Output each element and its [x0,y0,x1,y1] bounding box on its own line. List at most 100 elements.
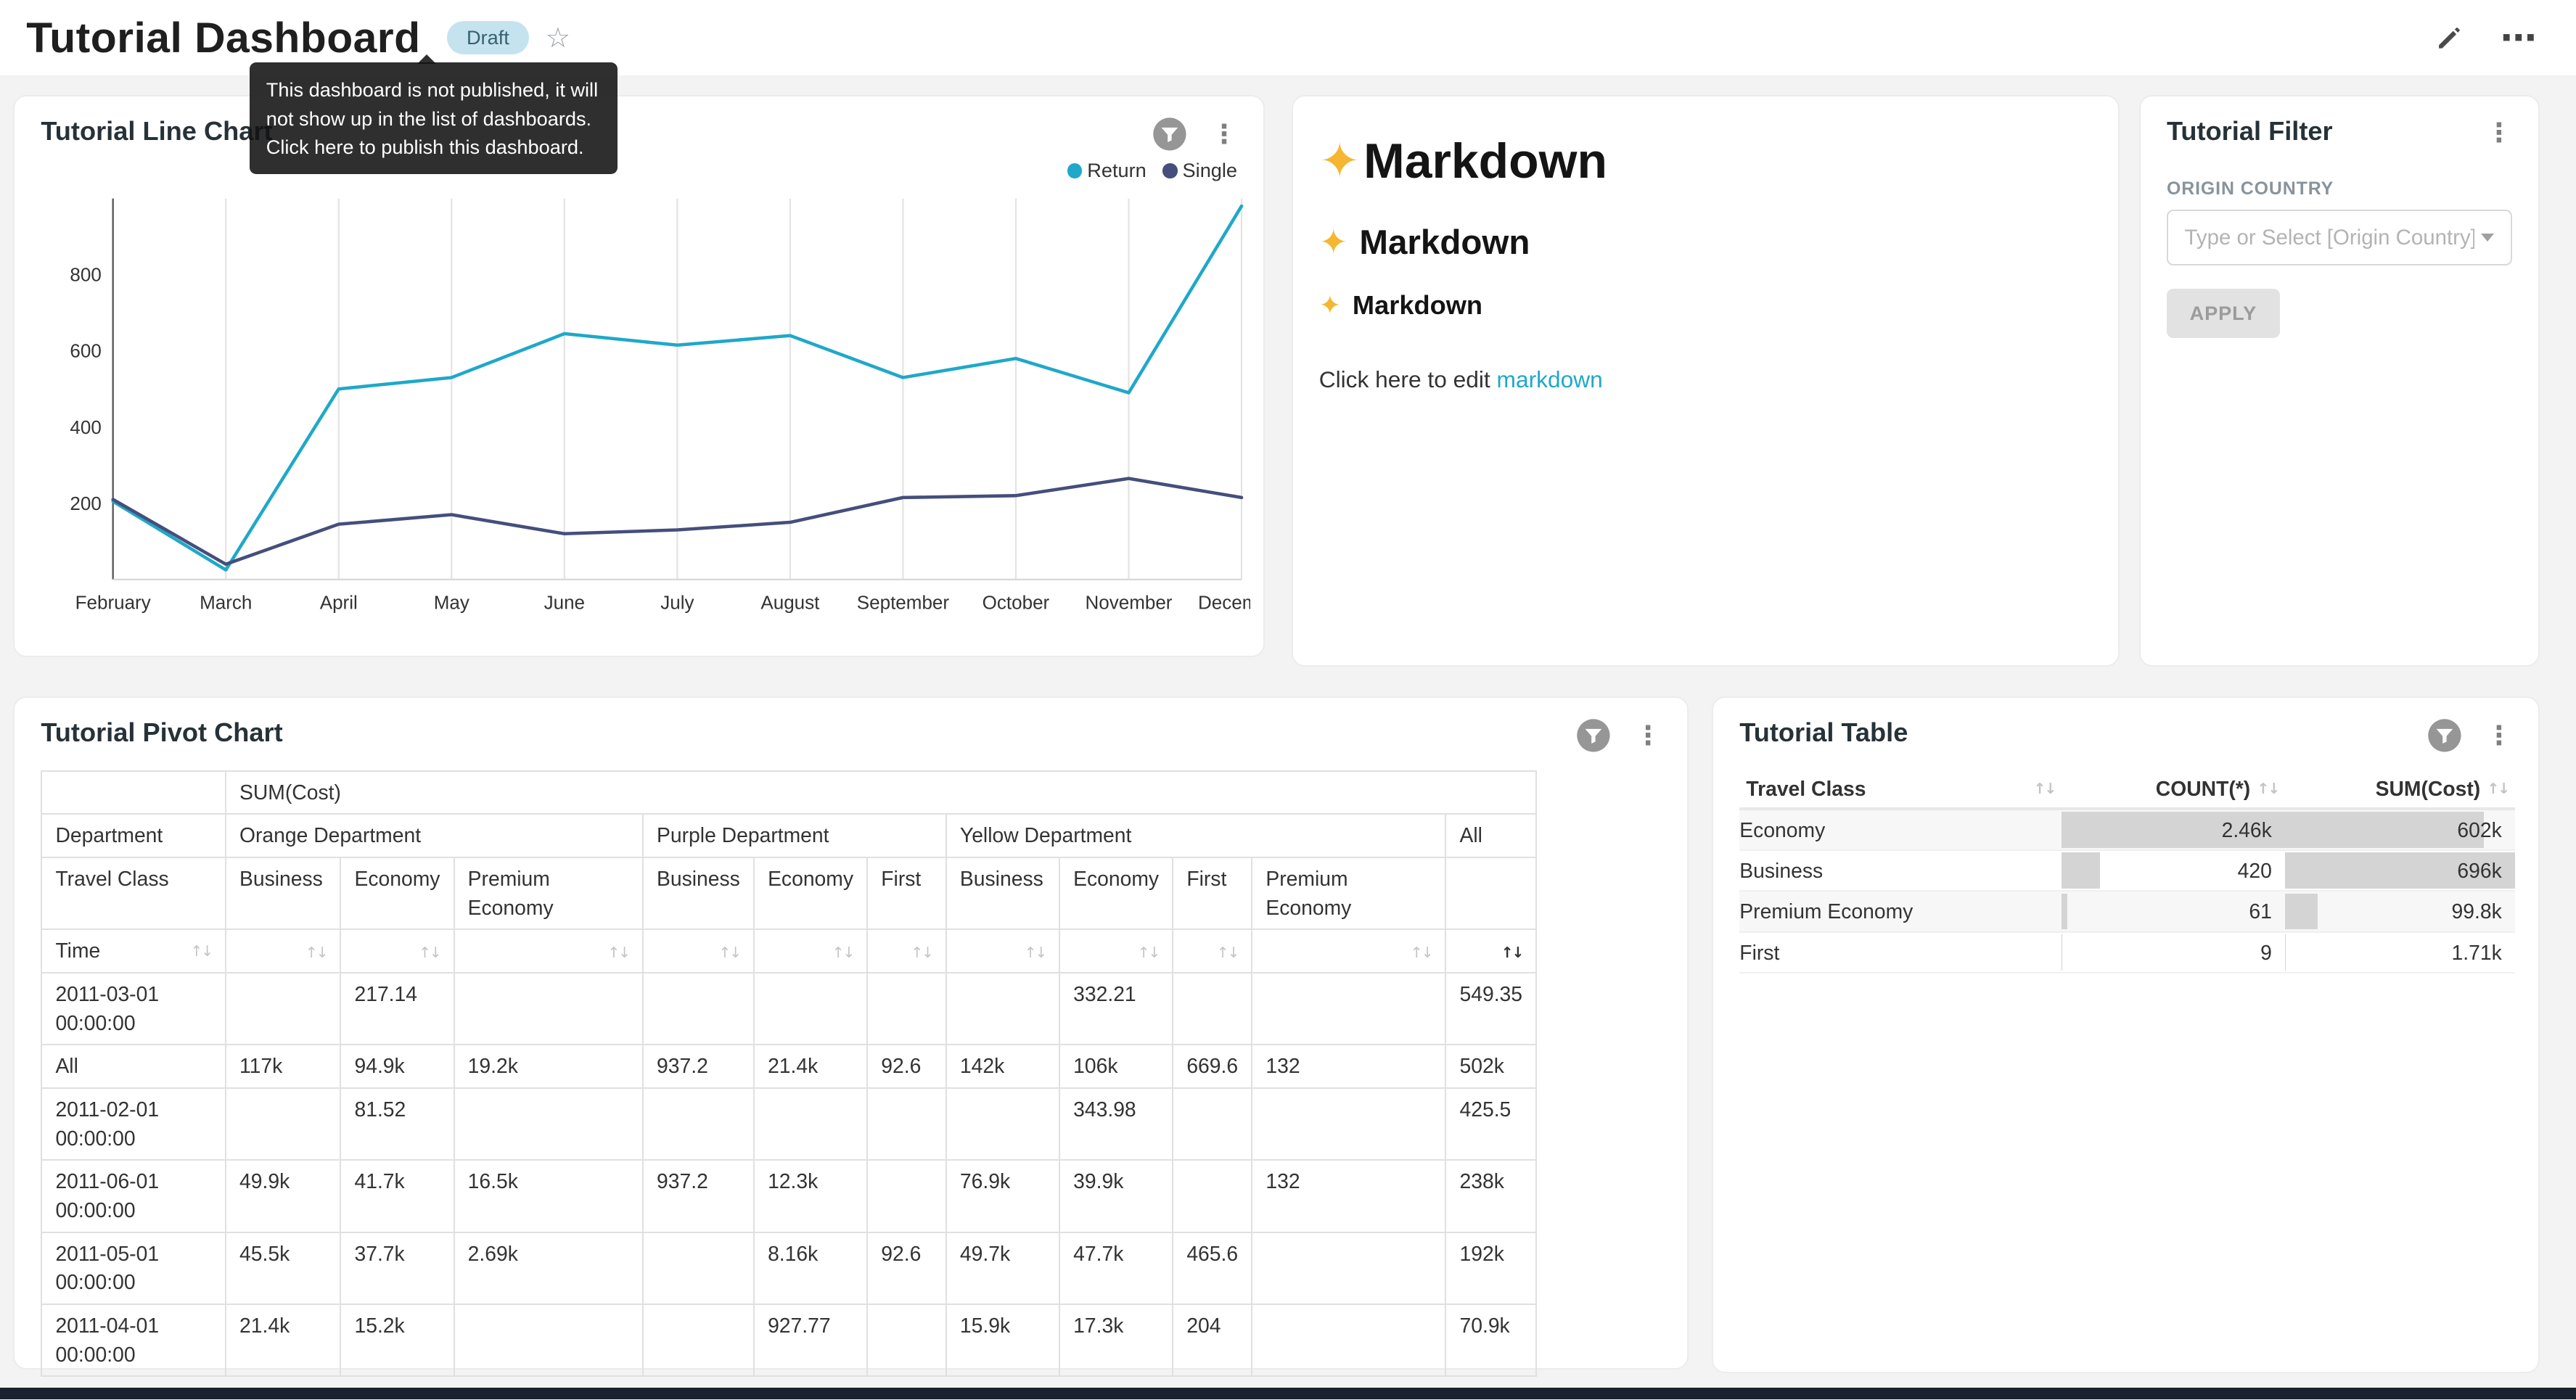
sort-icon[interactable]: ↑↓ [2487,780,2509,797]
pivot-sort-cell: ↑↓ [226,929,340,973]
filter-card-header: Tutorial Filter ⋮ [2141,96,2538,149]
pivot-cell: 37.7k [340,1232,454,1304]
travel-class-cell: Economy [1739,809,2062,850]
legend-item[interactable]: Single [1162,159,1237,182]
pivot-col-header: Premium Economy [1252,857,1445,929]
pivot-cell: 47.7k [1059,1232,1173,1304]
sort-icon[interactable]: ↑↓ [1501,944,1522,961]
pivot-row: 2011-06-01 00:00:0049.9k41.7k16.5k937.21… [41,1160,1536,1232]
pivot-col-header: Economy [1059,857,1173,929]
sort-icon[interactable]: ↑↓ [1138,944,1160,961]
pivot-cell [643,973,754,1045]
sort-icon[interactable]: ↑↓ [1217,944,1239,961]
pivot-cell: 937.2 [643,1160,754,1232]
pivot-cell [1252,1304,1445,1376]
svg-text:May: May [434,592,469,614]
legend-item[interactable]: Return [1067,159,1147,182]
table-row[interactable]: Premium Economy6199.8k [1739,891,2515,931]
markdown-edit-link[interactable]: markdown [1497,366,1603,392]
pivot-cell: 142k [946,1045,1059,1088]
table-row[interactable]: Business420696k [1739,850,2515,891]
pivot-cell: 465.6 [1173,1232,1252,1304]
origin-country-select[interactable]: Type or Select [Origin Country] [2167,210,2512,265]
sort-icon[interactable]: ↑↓ [718,944,740,961]
line-chart-svg: 200400600800FebruaryMarchAprilMayJuneJul… [34,189,1250,635]
pivot-subcol-row: Travel ClassBusinessEconomyPremium Econo… [41,857,1536,929]
unpublished-tooltip[interactable]: This dashboard is not published, it will… [250,62,618,174]
filter-field-label: ORIGIN COUNTRY [2167,178,2512,199]
kebab-menu-icon[interactable]: ⋮ [2482,116,2515,149]
pivot-cell [226,1088,340,1160]
kebab-menu-icon[interactable]: ⋮ [1207,118,1240,151]
line-chart-legend: Return Single [1067,159,1237,182]
pivot-cell: 70.9k [1445,1304,1536,1376]
sort-icon[interactable]: ↑↓ [419,944,440,961]
pivot-sort-cell: ↑↓ [1252,929,1445,973]
pivot-cell [454,1088,643,1160]
pivot-row: All117k94.9k19.2k937.221.4k92.6142k106k6… [41,1045,1536,1088]
sort-icon[interactable]: ↑↓ [607,944,629,961]
pivot-cell [946,973,1059,1045]
pivot-cell: 21.4k [754,1045,867,1088]
pivot-sort-cell: ↑↓ [1173,929,1252,973]
draft-badge[interactable]: Draft [447,21,529,54]
kebab-menu-icon[interactable]: ⋮ [2482,719,2515,752]
svg-text:December: December [1198,592,1250,614]
pivot-sort-cell: ↑↓ [1445,929,1536,973]
sparkles-icon: ✦ [1319,223,1348,262]
legend-label: Single [1183,159,1238,182]
kebab-menu-icon[interactable]: ⋮ [1631,719,1664,752]
column-header-travel-class[interactable]: Travel Class↑↓ [1739,770,2062,809]
filter-indicator-icon[interactable] [2427,717,2463,754]
filter-indicator-icon[interactable] [1152,116,1188,152]
chevron-down-icon [2481,234,2494,242]
svg-text:August: August [761,592,821,614]
column-header-sum-cost[interactable]: SUM(Cost)↑↓ [2285,770,2515,809]
superset-dashboard-app: Tutorial Dashboard Draft ☆ ⋯ This dashbo… [0,0,2576,1399]
filter-indicator-icon[interactable] [1575,717,1612,754]
pivot-col-header: Premium Economy [454,857,643,929]
sort-icon[interactable]: ↑↓ [2257,780,2278,797]
header-more-icon[interactable]: ⋯ [2501,29,2537,47]
pivot-cell: 343.98 [1059,1088,1173,1160]
svg-text:November: November [1086,592,1173,614]
pivot-group-row: DepartmentOrange DepartmentPurple Depart… [41,814,1536,857]
pivot-cell: 8.16k [754,1232,867,1304]
sort-icon[interactable]: ↑↓ [832,944,853,961]
svg-text:March: March [200,592,252,614]
pivot-sort-cell: ↑↓ [643,929,754,973]
pivot-cell [226,973,340,1045]
pivot-cell [643,1088,754,1160]
pivot-row-label: 2011-04-01 00:00:00 [41,1304,226,1376]
pivot-cell [1252,1232,1445,1304]
sort-icon[interactable]: ↑↓ [305,944,327,961]
table-row[interactable]: Economy2.46k602k [1739,809,2515,850]
markdown-h3: ✦Markdown [1319,289,2092,321]
legend-dot-icon [1162,163,1177,178]
travel-class-cell: Business [1739,850,2062,891]
pivot-table: SUM(Cost)DepartmentOrange DepartmentPurp… [41,770,1537,1378]
bottom-bar [0,1388,2576,1399]
pivot-group-header: All [1445,814,1536,857]
sort-icon[interactable]: ↑↓ [2033,780,2055,797]
favorite-star-icon[interactable]: ☆ [546,22,571,54]
results-table-header-row: Travel Class↑↓ COUNT(*)↑↓ SUM(Cost)↑↓ [1739,770,2515,809]
pivot-cell: 15.2k [340,1304,454,1376]
apply-button[interactable]: APPLY [2167,289,2280,338]
pivot-cell: 132 [1252,1045,1445,1088]
sort-icon[interactable]: ↑↓ [1024,944,1046,961]
sort-icon[interactable]: ↑↓ [911,944,932,961]
pivot-row-label: All [41,1045,226,1088]
table-row[interactable]: First91.71k [1739,932,2515,973]
pivot-sort-row: Time↑↓↑↓↑↓↑↓↑↓↑↓↑↓↑↓↑↓↑↓↑↓↑↓ [41,929,1536,973]
markdown-paragraph: Click here to edit markdown [1319,366,2092,393]
pivot-row-label: 2011-03-01 00:00:00 [41,973,226,1045]
edit-pencil-icon[interactable] [2435,23,2464,53]
svg-text:July: July [660,592,694,614]
pivot-cell: 217.14 [340,973,454,1045]
column-header-count[interactable]: COUNT(*)↑↓ [2062,770,2285,809]
sort-icon[interactable]: ↑↓ [1411,944,1432,961]
svg-text:June: June [544,592,585,614]
pivot-sort-cell: ↑↓ [754,929,867,973]
sort-icon[interactable]: ↑↓ [190,941,212,962]
